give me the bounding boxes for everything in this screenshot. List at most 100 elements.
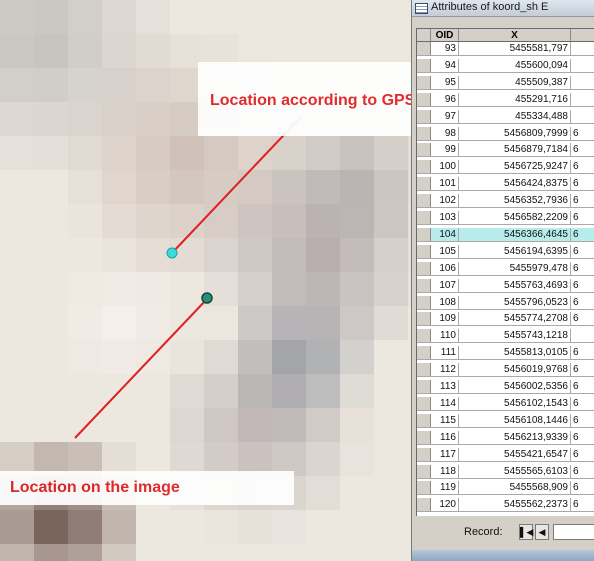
row-selector[interactable] xyxy=(417,160,431,174)
row-selector[interactable] xyxy=(417,346,431,360)
row-selector[interactable] xyxy=(417,194,431,208)
table-row[interactable]: 102 5456352,7936 6 xyxy=(417,194,594,209)
row-selector[interactable] xyxy=(417,413,431,427)
table-row[interactable]: 101 5456424,8375 6 xyxy=(417,177,594,192)
table-row[interactable]: 110 5455743,1218 xyxy=(417,329,594,344)
table-row[interactable]: 111 5455813,0105 6 xyxy=(417,346,594,361)
row-selector[interactable] xyxy=(417,396,431,410)
cell-y: 6 xyxy=(571,194,594,207)
table-row[interactable]: 96 455291,716 xyxy=(417,92,594,107)
row-selector[interactable] xyxy=(417,227,431,241)
row-selector[interactable] xyxy=(417,75,431,89)
column-header-x[interactable]: X xyxy=(459,29,571,42)
cell-x: 5456194,6395 xyxy=(459,244,571,258)
row-selector[interactable] xyxy=(417,42,431,55)
table-row[interactable]: 98 5456809,7999 6 xyxy=(417,126,594,141)
image-pixel xyxy=(0,170,34,204)
image-pixel xyxy=(68,340,102,374)
table-row[interactable]: 93 5455581,797 xyxy=(417,42,594,56)
row-selector[interactable] xyxy=(417,464,431,478)
image-pixel xyxy=(136,306,170,340)
cell-oid: 109 xyxy=(431,312,459,326)
row-selector[interactable] xyxy=(417,278,431,292)
image-pixel xyxy=(272,272,306,306)
image-pixel xyxy=(306,272,340,306)
row-selector[interactable] xyxy=(417,363,431,377)
row-selector[interactable] xyxy=(417,295,431,309)
table-row[interactable]: 97 455334,488 xyxy=(417,109,594,124)
image-pixel xyxy=(102,340,136,374)
table-row[interactable]: 120 5455562,2373 6 xyxy=(417,498,594,513)
table-row[interactable]: 115 5456108,1446 6 xyxy=(417,413,594,428)
attributes-titlebar[interactable]: Attributes of koord_sh E xyxy=(412,0,594,17)
cell-x: 5455565,6103 xyxy=(459,464,571,478)
table-row[interactable]: 107 5455763,4693 6 xyxy=(417,278,594,293)
table-row[interactable]: 105 5456194,6395 6 xyxy=(417,244,594,259)
image-pixel xyxy=(374,238,408,272)
column-header-oid[interactable]: OID xyxy=(431,29,459,42)
table-row[interactable]: 114 5456102,1543 6 xyxy=(417,396,594,411)
row-selector[interactable] xyxy=(417,244,431,258)
cell-x: 5456582,2209 xyxy=(459,211,571,224)
gps-location-point[interactable] xyxy=(166,247,178,259)
row-selector[interactable] xyxy=(417,380,431,393)
row-selector[interactable] xyxy=(417,126,431,140)
image-pixel xyxy=(374,544,408,561)
attributes-window[interactable]: Attributes of koord_sh E OID X 93 5455581… xyxy=(411,0,594,561)
cell-y: 6 xyxy=(571,143,594,156)
table-row[interactable]: 119 5455568,909 6 xyxy=(417,481,594,496)
image-location-point[interactable] xyxy=(201,292,213,304)
image-pixel xyxy=(238,544,272,561)
cell-x: 5455562,2373 xyxy=(459,498,571,512)
image-pixel xyxy=(34,68,68,102)
row-selector[interactable] xyxy=(417,143,431,157)
table-row[interactable]: 116 5456213,9339 6 xyxy=(417,430,594,445)
cell-oid: 96 xyxy=(431,92,459,106)
row-selector[interactable] xyxy=(417,481,431,495)
cell-x: 5456809,7999 xyxy=(459,126,571,140)
image-callout-label: Location on the image xyxy=(10,479,180,496)
image-pixel xyxy=(306,510,340,544)
attribute-grid[interactable]: OID X 93 5455581,797 94 455600,094 95 455509,… xyxy=(416,28,594,518)
table-row[interactable]: 113 5456002,5356 6 xyxy=(417,380,594,394)
row-selector[interactable] xyxy=(417,430,431,444)
cell-oid: 103 xyxy=(431,211,459,224)
image-pixel xyxy=(340,510,374,544)
row-selector[interactable] xyxy=(417,92,431,106)
table-row[interactable]: 106 5455979,478 6 xyxy=(417,261,594,276)
image-pixel xyxy=(238,0,272,34)
previous-record-icon[interactable]: ◀ xyxy=(535,524,549,540)
image-pixel xyxy=(238,306,272,340)
image-pixel xyxy=(374,272,408,306)
table-row[interactable]: 117 5455421,6547 6 xyxy=(417,447,594,462)
row-selector[interactable] xyxy=(417,211,431,224)
table-row[interactable]: 99 5456879,7184 6 xyxy=(417,143,594,158)
record-number-input[interactable] xyxy=(553,524,594,540)
table-row[interactable]: 104 5456366,4645 6 xyxy=(417,227,594,242)
table-row[interactable]: 94 455600,094 xyxy=(417,58,594,73)
cell-y xyxy=(571,110,594,123)
row-selector[interactable] xyxy=(417,498,431,512)
first-record-icon[interactable]: ▌◀ xyxy=(519,524,533,540)
image-pixel xyxy=(102,238,136,272)
table-row[interactable]: 108 5455796,0523 6 xyxy=(417,295,594,310)
table-row[interactable]: 118 5455565,6103 6 xyxy=(417,464,594,479)
row-selector[interactable] xyxy=(417,447,431,461)
row-selector[interactable] xyxy=(417,177,431,191)
row-selector[interactable] xyxy=(417,109,431,123)
row-selector[interactable] xyxy=(417,261,431,275)
table-row[interactable]: 100 5456725,9247 6 xyxy=(417,160,594,175)
table-row[interactable]: 95 455509,387 xyxy=(417,75,594,90)
image-pixel xyxy=(374,510,408,544)
row-selector[interactable] xyxy=(417,312,431,326)
image-pixel xyxy=(68,510,102,544)
cell-x: 5456102,1543 xyxy=(459,396,571,410)
image-pixel xyxy=(204,170,238,204)
row-selector[interactable] xyxy=(417,58,431,72)
column-header-y[interactable] xyxy=(571,29,594,42)
table-row[interactable]: 109 5455774,2708 6 xyxy=(417,312,594,327)
row-selector[interactable] xyxy=(417,329,431,343)
table-row[interactable]: 112 5456019,9768 6 xyxy=(417,363,594,378)
image-pixel xyxy=(340,306,374,340)
table-row[interactable]: 103 5456582,2209 6 xyxy=(417,211,594,225)
